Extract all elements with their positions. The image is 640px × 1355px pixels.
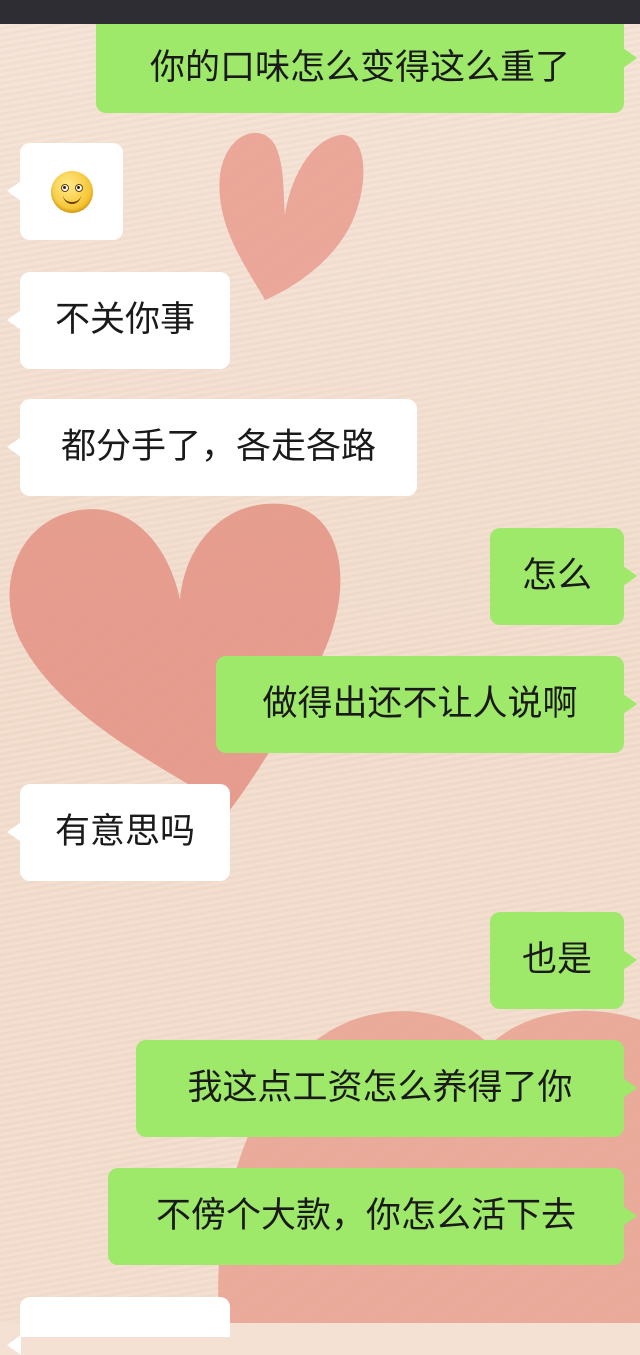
heart-decoration-middle [9,503,341,810]
message-bubble-received[interactable]: 有意思吗 [7,784,230,881]
message-bubble-sent[interactable]: 你的口味怎么变得这么重了 [96,24,637,113]
message-bubble-sent[interactable]: 做得出还不让人说啊 [216,656,637,753]
message-text: 也是 [521,940,592,980]
message-text: 怎么 [521,556,592,596]
message-text: 你的口味怎么变得这么重了 [149,48,570,88]
message-text: 不关你事 [54,300,195,340]
smiley-emoji-icon [50,170,93,213]
message-text: 有意思吗 [54,812,195,852]
message-text: 做得出还不让人说啊 [262,684,578,724]
status-bar [0,0,640,24]
message-bubble-sent[interactable]: 我这点工资怎么养得了你 [136,1040,637,1137]
heart-decoration-bottom [218,1010,640,1323]
message-bubble-sent[interactable]: 也是 [490,912,637,1009]
message-text: 不傍个大款，你怎么活下去 [155,1196,576,1236]
message-bubble-sent[interactable]: 怎么 [490,528,637,625]
message-text: 都分手了，各走各路 [60,427,376,467]
message-bubble-received[interactable]: 不关你事 [7,272,230,369]
heart-decoration-top [219,132,364,300]
message-bubble-received[interactable] [7,143,123,240]
message-bubble-sent[interactable]: 不傍个大款，你怎么活下去 [108,1168,637,1265]
message-bubble-received-partial[interactable] [7,1297,230,1355]
message-bubble-received[interactable]: 都分手了，各走各路 [7,399,417,496]
message-text: 我这点工资怎么养得了你 [187,1068,573,1108]
